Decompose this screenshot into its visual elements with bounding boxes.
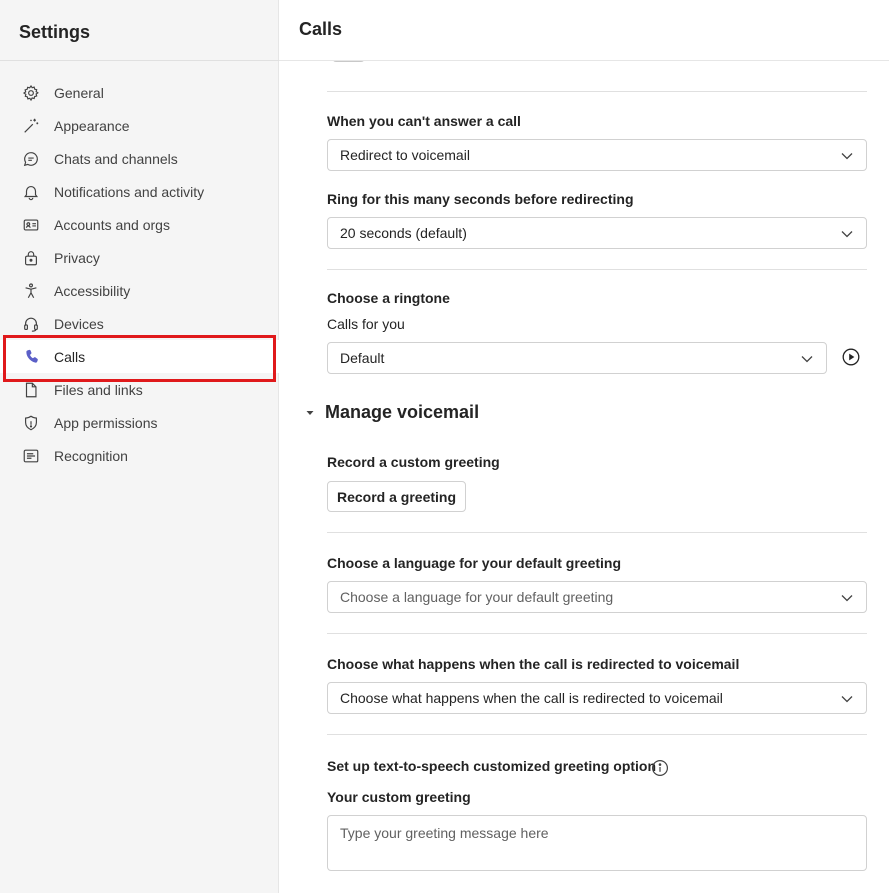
unanswered-call-label: When you can't answer a call [327,113,521,129]
voicemail-redirect-label: Choose what happens when the call is red… [327,656,740,672]
dropdown-value: Default [340,350,385,366]
sidebar-item-devices[interactable]: Devices [0,307,279,340]
page-title: Calls [299,19,343,39]
sidebar-item-general[interactable]: General [0,76,279,109]
divider [327,91,867,92]
lock-icon [22,249,40,267]
sidebar-item-label: Chats and channels [54,150,178,167]
shield-icon [22,414,40,432]
dropdown-value: 20 seconds (default) [340,225,467,241]
divider [327,633,867,634]
play-ringtone-icon[interactable] [841,347,861,367]
sidebar-item-label: Accounts and orgs [54,216,170,233]
accessibility-icon [22,282,40,300]
section-title: Manage voicemail [325,402,480,422]
dropdown-value: Redirect to voicemail [340,147,470,163]
headset-icon [22,315,40,333]
document-icon [22,381,40,399]
greeting-language-dropdown[interactable]: Choose a language for your default greet… [327,581,867,613]
sidebar-item-label: Appearance [54,117,130,134]
settings-sidebar: Settings General Appearance Chats and ch… [0,0,279,893]
sidebar-item-label: General [54,84,104,101]
id-card-icon [22,216,40,234]
sidebar-item-notifications[interactable]: Notifications and activity [0,175,279,208]
voicemail-redirect-dropdown[interactable]: Choose what happens when the call is red… [327,682,867,714]
sidebar-item-label: Devices [54,315,104,332]
sidebar-item-recognition[interactable]: Recognition [0,439,279,472]
manage-voicemail-section-toggle[interactable]: Manage voicemail [305,402,479,423]
sidebar-item-label: Notifications and activity [54,183,205,200]
sidebar-item-files-and-links[interactable]: Files and links [0,373,279,406]
greeting-language-label: Choose a language for your default greet… [327,555,622,571]
info-icon[interactable] [651,759,669,777]
custom-greeting-textarea[interactable]: Type your greeting message here [327,815,867,871]
phone-icon [22,348,40,366]
unanswered-call-dropdown[interactable]: Redirect to voicemail [327,139,867,171]
sidebar-item-label: Recognition [54,447,128,464]
sidebar-item-calls[interactable]: Calls [0,340,279,373]
divider [327,269,867,270]
magic-wand-icon [22,117,40,135]
ringtone-dropdown[interactable]: Default [327,342,827,374]
sidebar-item-chats-and-channels[interactable]: Chats and channels [0,142,279,175]
ring-seconds-label: Ring for this many seconds before redire… [327,191,634,207]
caret-down-icon [306,410,314,415]
custom-greeting-label: Your custom greeting [327,789,471,805]
ring-seconds-dropdown[interactable]: 20 seconds (default) [327,217,867,249]
sidebar-item-label: Calls [54,348,86,365]
sidebar-item-app-permissions[interactable]: App permissions [0,406,279,439]
ringtone-sublabel: Calls for you [327,316,405,332]
chevron-down-icon [841,153,853,160]
chevron-down-icon [841,696,853,703]
gear-icon [22,84,40,102]
sidebar-divider [0,60,279,61]
sidebar-item-appearance[interactable]: Appearance [0,109,279,142]
recognition-icon [22,447,40,465]
ringtone-label: Choose a ringtone [327,290,450,306]
sidebar-title: Settings [19,22,91,42]
divider [327,532,867,533]
sidebar-item-privacy[interactable]: Privacy [0,241,279,274]
dropdown-placeholder: Choose a language for your default greet… [340,589,614,605]
sidebar-item-label: Files and links [54,381,143,398]
sidebar-item-label: Accessibility [54,282,131,299]
sidebar-item-label: Privacy [54,249,100,266]
bell-icon [22,183,40,201]
tts-greeting-label: Set up text-to-speech customized greetin… [327,758,657,774]
sidebar-item-accounts-and-orgs[interactable]: Accounts and orgs [0,208,279,241]
chevron-down-icon [801,356,813,363]
sidebar-item-accessibility[interactable]: Accessibility [0,274,279,307]
dropdown-value: Choose what happens when the call is red… [340,690,723,706]
chevron-down-icon [841,231,853,238]
main-header: Calls [279,0,889,61]
record-greeting-button[interactable]: Record a greeting [327,481,466,512]
textarea-placeholder: Type your greeting message here [340,825,549,841]
record-greeting-label: Record a custom greeting [327,454,500,470]
chat-icon [22,150,40,168]
sidebar-item-label: App permissions [54,414,158,431]
calls-settings-panel: Calls When you can't answer a call Redir… [279,0,889,893]
settings-nav: General Appearance Chats and channels No… [0,76,279,472]
chevron-down-icon [841,595,853,602]
divider [327,734,867,735]
